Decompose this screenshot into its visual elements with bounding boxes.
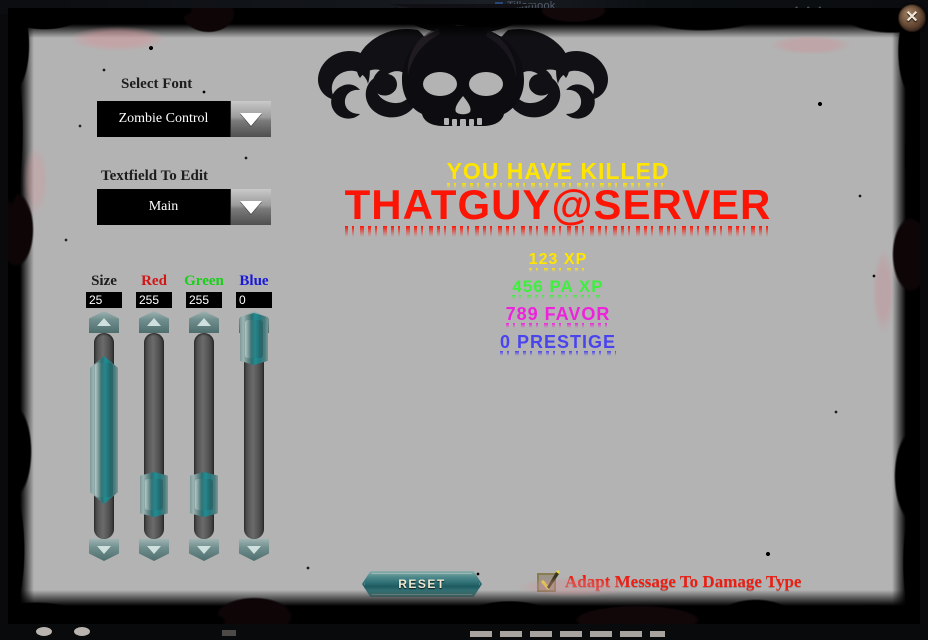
slider-red-down-arrow-icon[interactable] [139,539,169,561]
textfield-to-edit-dropdown[interactable]: Main [97,189,271,225]
preview-stat-xp-text: 123 XP [528,251,588,268]
textfield-to-edit-label: Textfield To Edit [101,168,208,184]
adapt-message-checkbox-row[interactable]: Adapt Message To Damage Type [537,569,802,592]
reset-button[interactable]: RESET [362,571,482,597]
reset-button-label: RESET [398,577,446,591]
slider-green-thumb[interactable] [190,472,218,517]
preview-stat-prestige: 0 PRESTIGE [438,333,678,351]
slider-green-value[interactable]: 255 [186,292,222,308]
taskbar-blob-1 [36,627,52,636]
adapt-message-checkbox[interactable] [537,569,560,592]
slider-size-track[interactable] [86,311,122,561]
preview-stat-favor: 789 FAVOR [438,305,678,323]
slider-blue-down-arrow-icon[interactable] [239,539,269,561]
slider-size-up-arrow-icon[interactable] [89,311,119,333]
preview-target-text: THATGUY@SERVER [344,181,772,228]
preview-stat-pa-xp: 456 PA XP [438,278,678,295]
taskbar-blob-3 [470,631,665,637]
slider-size-down-arrow-icon[interactable] [89,539,119,561]
desktop-taskbar [0,622,928,640]
mod-config-frame: Select Font Zombie Control Textfield To … [8,4,920,624]
close-icon: ✕ [905,9,919,26]
slider-red-track[interactable] [136,311,172,561]
preview-headline: YOU HAVE KILLED [348,160,768,183]
slider-blue-label: Blue [239,273,269,289]
slider-size-value[interactable]: 25 [86,292,122,308]
preview-headline-text: YOU HAVE KILLED [446,158,670,184]
game-window: Tillamook • • • [0,0,928,640]
close-button[interactable]: ✕ [898,4,926,32]
select-font-dropdown[interactable]: Zombie Control [97,101,271,137]
preview-target: THATGUY@SERVER [308,184,808,226]
textfield-to-edit-value[interactable]: Main [97,189,230,225]
chevron-down-icon[interactable] [230,189,271,225]
preview-stat-favor-text: 789 FAVOR [505,304,611,324]
slider-green-label: Green [184,273,224,289]
slider-red-thumb[interactable] [140,472,168,517]
preview-stat-pa-xp-text: 456 PA XP [512,277,604,296]
slider-red-label: Red [141,273,167,289]
chevron-down-icon[interactable] [230,101,271,137]
adapt-message-checkbox-label: Adapt Message To Damage Type [565,572,802,591]
taskbar-blob-2 [74,627,90,636]
slider-size-thumb[interactable] [90,356,118,504]
slider-size-label: Size [91,273,117,289]
taskbar-blob-4 [222,630,236,636]
slider-blue-thumb[interactable] [240,313,268,365]
slider-blue-track[interactable] [236,311,272,561]
select-font-value[interactable]: Zombie Control [97,101,230,137]
select-font-label: Select Font [121,76,193,92]
slider-green-track[interactable] [186,311,222,561]
slider-red-up-arrow-icon[interactable] [139,311,169,333]
slider-green-down-arrow-icon[interactable] [189,539,219,561]
checkmark-icon [541,569,560,590]
preview-stat-xp: 123 XP [438,252,678,268]
slider-green-up-arrow-icon[interactable] [189,311,219,333]
preview-stat-prestige-text: 0 PRESTIGE [499,332,617,352]
slider-red-value[interactable]: 255 [136,292,172,308]
slider-blue-value[interactable]: 0 [236,292,272,308]
